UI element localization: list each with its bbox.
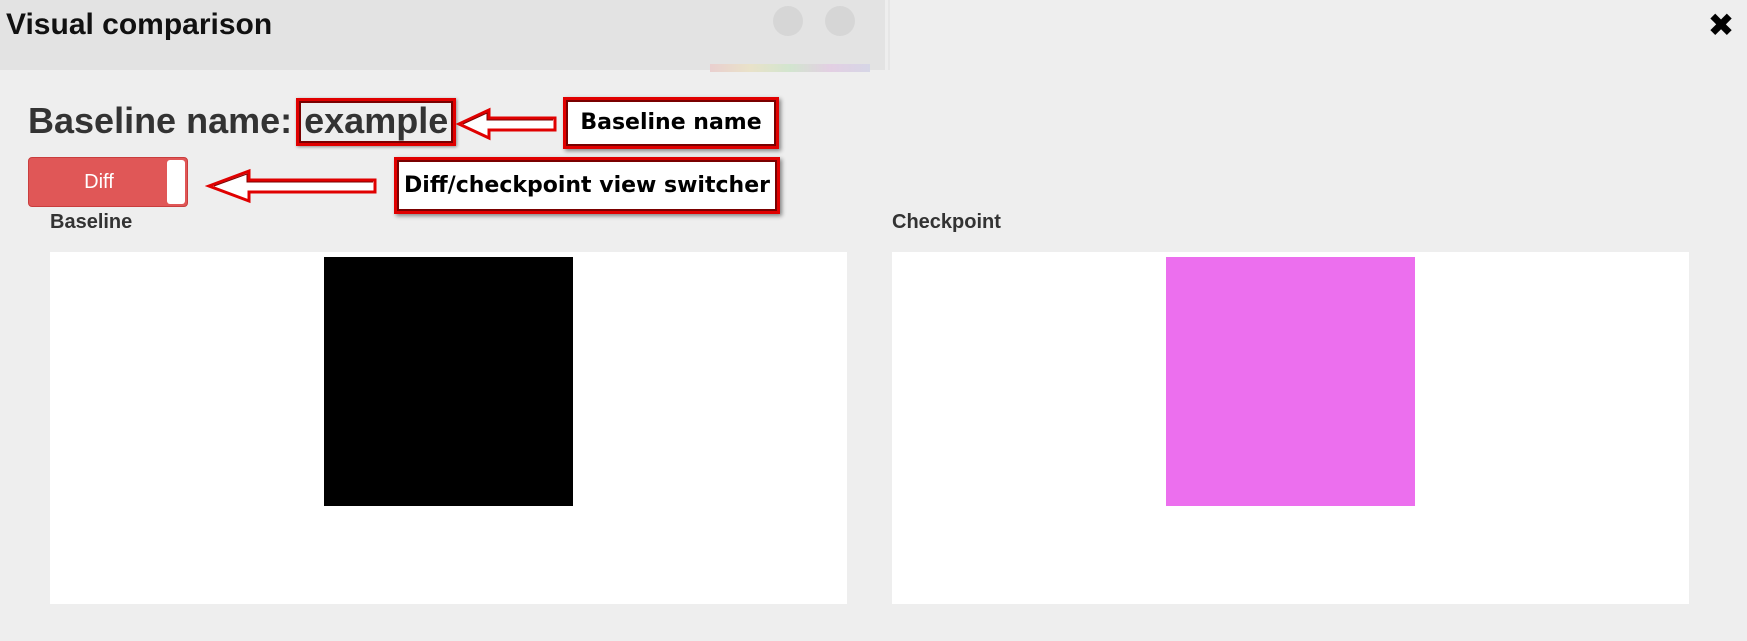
close-icon[interactable]: ✖ (1704, 6, 1738, 44)
arrow-icon (455, 107, 557, 141)
checkpoint-image (1166, 257, 1415, 506)
checkpoint-panel-label: Checkpoint (892, 211, 1001, 233)
switcher-knob[interactable] (167, 160, 185, 204)
dialog-title: Visual comparison (6, 8, 273, 41)
baseline-panel-label: Baseline (50, 211, 133, 233)
baseline-image (324, 257, 573, 506)
baseline-image-panel (50, 252, 847, 604)
diff-checkpoint-switcher[interactable]: Diff (28, 157, 188, 207)
arrow-icon (205, 168, 377, 204)
checkpoint-image-panel (892, 252, 1689, 604)
baseline-name-value: example (296, 98, 457, 146)
baseline-name-callout: Baseline name (563, 97, 779, 149)
baseline-name-label: Baseline name: (28, 100, 293, 141)
switcher-label: Diff (84, 171, 114, 193)
visual-comparison-dialog: Visual comparison ✖ Baseline name: exampl… (0, 0, 1747, 641)
view-switcher-callout: Diff/checkpoint view switcher (394, 157, 780, 214)
baseline-name-heading: Baseline name: example (28, 98, 457, 146)
